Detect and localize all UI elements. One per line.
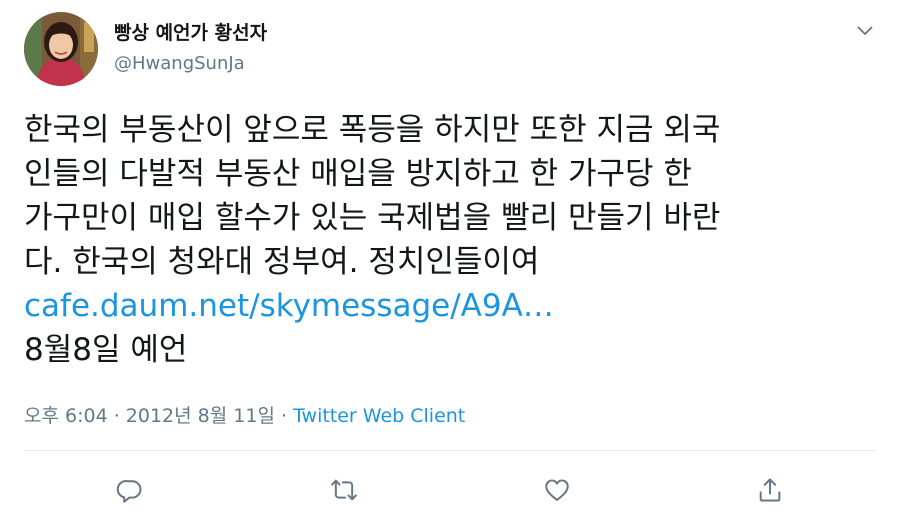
tweet-source[interactable]: Twitter Web Client [293, 405, 465, 427]
meta-separator: · [274, 405, 294, 427]
heart-icon[interactable] [539, 472, 575, 508]
share-icon[interactable] [752, 472, 788, 508]
divider [24, 450, 876, 451]
chevron-down-icon[interactable] [852, 18, 878, 44]
reply-icon[interactable] [112, 472, 148, 508]
retweet-icon[interactable] [326, 472, 362, 508]
tweet-text: 한국의 부동산이 앞으로 폭등을 하지만 또한 지금 외국 인들의 다발적 부동… [24, 108, 884, 372]
avatar-image [24, 12, 98, 86]
user-handle[interactable]: @HwangSunJa [114, 52, 245, 76]
tweet-time[interactable]: 오후 6:04 [24, 405, 108, 427]
tweet-text-line: 가구만이 매입 할수가 있는 국제법을 빨리 만들기 바란 [24, 200, 721, 236]
tweet-text-line: 다. 한국의 청와대 정부여. 정치인들이여 [24, 244, 540, 280]
tweet-link[interactable]: cafe.daum.net/skymessage/A9A… [24, 288, 554, 324]
tweet-text-line: 인들의 다발적 부동산 매입을 방지하고 한 가구당 한 [24, 156, 692, 192]
display-name[interactable]: 빵상 예언가 황선자 [114, 20, 267, 46]
tweet-date[interactable]: 2012년 8월 11일 [126, 405, 275, 427]
tweet-card: 빵상 예언가 황선자 @HwangSunJa 한국의 부동산이 앞으로 폭등을 … [0, 0, 900, 526]
avatar[interactable] [24, 12, 98, 86]
tweet-meta: 오후 6:04 · 2012년 8월 11일 · Twitter Web Cli… [24, 402, 465, 430]
tweet-text-line: 한국의 부동산이 앞으로 폭등을 하지만 또한 지금 외국 [24, 112, 721, 148]
meta-separator: · [107, 405, 126, 427]
tweet-text-line: 8월8일 예언 [24, 332, 188, 368]
